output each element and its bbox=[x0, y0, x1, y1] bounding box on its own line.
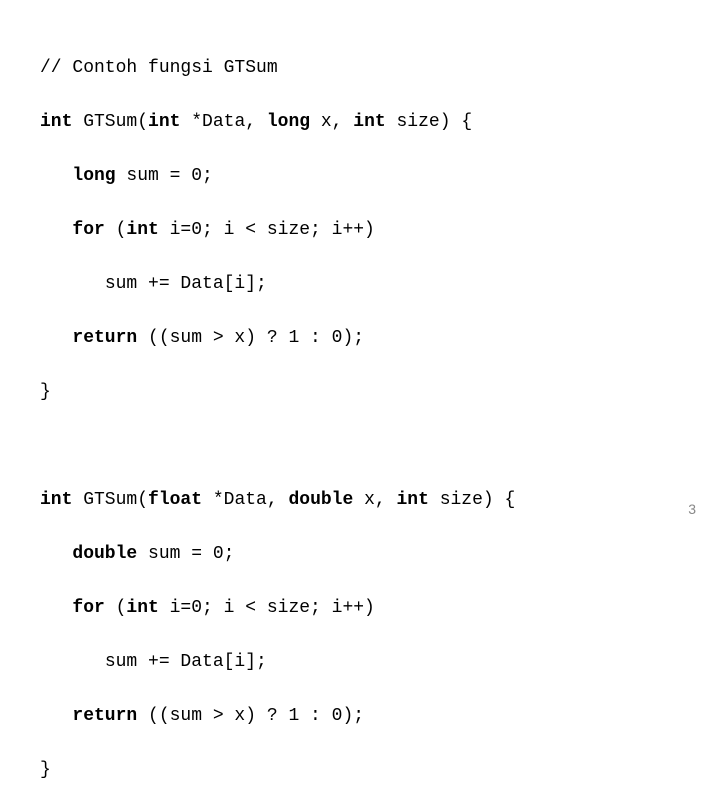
keyword: return bbox=[72, 706, 137, 726]
code-text: x, bbox=[353, 490, 396, 510]
code-text: *Data, bbox=[202, 490, 288, 510]
keyword: for bbox=[72, 220, 104, 240]
code-line: return ((sum > x) ? 1 : 0); bbox=[40, 325, 680, 352]
keyword: int bbox=[148, 112, 180, 132]
keyword: float bbox=[148, 490, 202, 510]
code-line: // Contoh fungsi GTSum bbox=[40, 55, 680, 82]
code-text: x, bbox=[310, 112, 353, 132]
code-text: size) { bbox=[429, 490, 515, 510]
keyword: long bbox=[267, 112, 310, 132]
indent bbox=[40, 652, 105, 672]
code-text: ((sum > x) ? 1 : 0); bbox=[137, 328, 364, 348]
code-block: // Contoh fungsi GTSum int GTSum(int *Da… bbox=[0, 0, 720, 811]
keyword: double bbox=[288, 490, 353, 510]
indent bbox=[40, 274, 105, 294]
indent bbox=[40, 220, 72, 240]
indent bbox=[40, 598, 72, 618]
indent bbox=[40, 706, 72, 726]
code-line: for (int i=0; i < size; i++) bbox=[40, 217, 680, 244]
indent bbox=[40, 166, 72, 186]
code-line: int GTSum(float *Data, double x, int siz… bbox=[40, 487, 680, 514]
code-line: double sum = 0; bbox=[40, 541, 680, 568]
code-line: return ((sum > x) ? 1 : 0); bbox=[40, 703, 680, 730]
code-text: sum += Data[i]; bbox=[105, 274, 267, 294]
keyword: return bbox=[72, 328, 137, 348]
code-text: i=0; i < size; i++) bbox=[159, 598, 375, 618]
keyword: for bbox=[72, 598, 104, 618]
keyword: int bbox=[126, 598, 158, 618]
code-line: int GTSum(int *Data, long x, int size) { bbox=[40, 109, 680, 136]
keyword: int bbox=[126, 220, 158, 240]
indent bbox=[40, 544, 72, 564]
code-text: GTSum( bbox=[72, 112, 148, 132]
indent bbox=[40, 328, 72, 348]
keyword: int bbox=[40, 112, 72, 132]
code-line: } bbox=[40, 757, 680, 784]
code-text: i=0; i < size; i++) bbox=[159, 220, 375, 240]
code-line: } bbox=[40, 379, 680, 406]
code-line: for (int i=0; i < size; i++) bbox=[40, 595, 680, 622]
keyword: long bbox=[72, 166, 115, 186]
code-line: sum += Data[i]; bbox=[40, 271, 680, 298]
code-text: sum += Data[i]; bbox=[105, 652, 267, 672]
keyword: int bbox=[397, 490, 429, 510]
code-text: size) { bbox=[386, 112, 472, 132]
keyword: int bbox=[353, 112, 385, 132]
code-text: ( bbox=[105, 220, 127, 240]
keyword: double bbox=[72, 544, 137, 564]
blank-line bbox=[40, 433, 680, 460]
code-text: GTSum( bbox=[72, 490, 148, 510]
code-text: ( bbox=[105, 598, 127, 618]
code-text: sum = 0; bbox=[116, 166, 213, 186]
code-text: *Data, bbox=[180, 112, 266, 132]
code-text: ((sum > x) ? 1 : 0); bbox=[137, 706, 364, 726]
code-line: sum += Data[i]; bbox=[40, 649, 680, 676]
code-text: sum = 0; bbox=[137, 544, 234, 564]
keyword: int bbox=[40, 490, 72, 510]
code-line: long sum = 0; bbox=[40, 163, 680, 190]
page-number: 3 bbox=[688, 499, 696, 520]
